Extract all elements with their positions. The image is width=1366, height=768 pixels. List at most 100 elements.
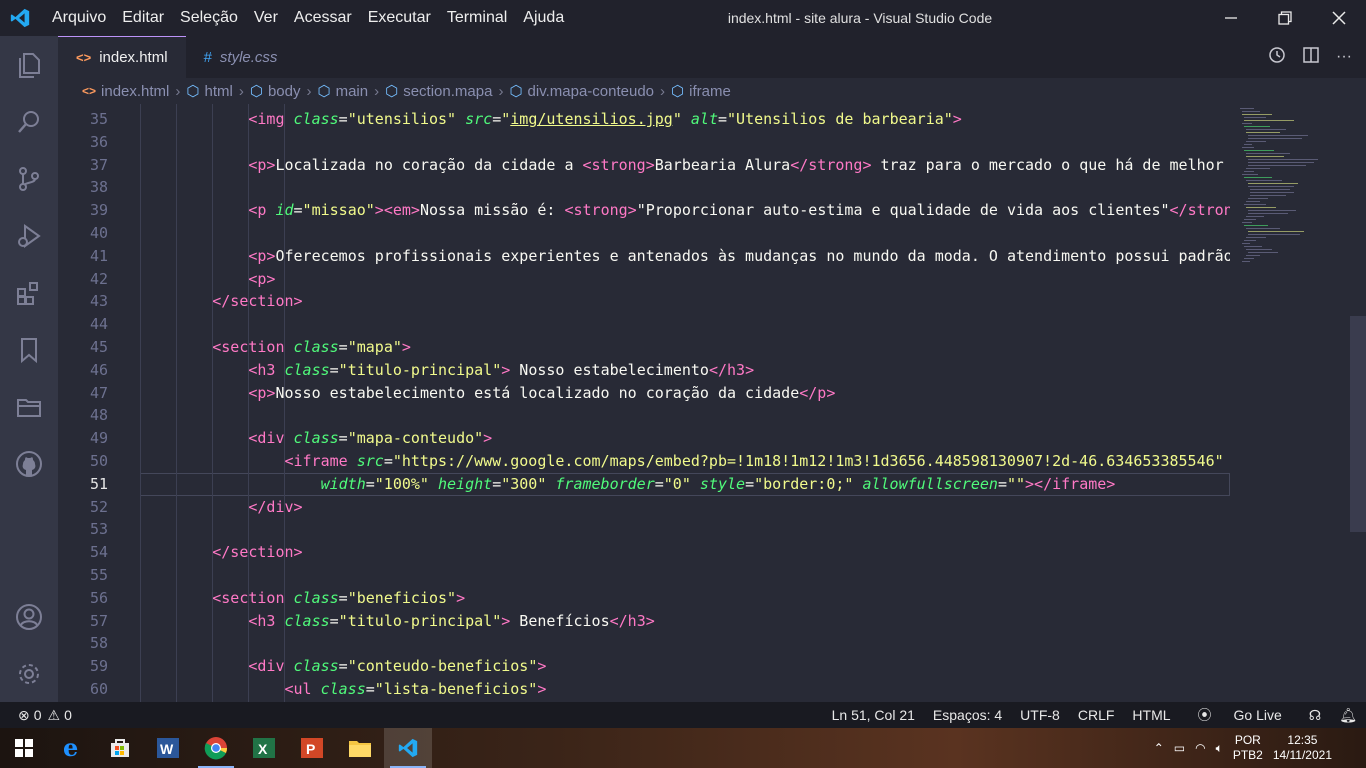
breadcrumb-body[interactable]: ⬡ body [250,82,301,101]
code-line[interactable]: 50 <iframe src="https://www.google.com/ma… [58,450,1230,473]
code-line[interactable]: 57 <h3 class="titulo-principal"> Benefíci… [58,610,1230,633]
code-line[interactable]: 44 [58,313,1230,336]
breadcrumb-main[interactable]: ⬡ main [317,82,368,101]
code-text: <p>Nosso estabelecimento está localizado… [248,383,836,402]
breadcrumb-iframe[interactable]: ⬡ iframe [671,82,731,101]
code-line[interactable]: 59 <div class="conteudo-beneficios"> [58,655,1230,678]
menu-editar[interactable]: Editar [114,9,172,27]
code-editor[interactable]: 35 <img class="utensilios" src="img/utens… [58,104,1230,702]
html-file-icon: <> [82,84,97,98]
chrome-icon[interactable] [192,728,240,768]
code-line[interactable]: 38 [58,176,1230,199]
timeline-icon[interactable] [1268,46,1286,69]
settings-gear-icon[interactable] [0,645,58,702]
breadcrumb-file[interactable]: <> index.html [82,83,169,100]
menu-selecao[interactable]: Seleção [172,9,246,27]
code-line[interactable]: 37 <p>Localizada no coração da cidade a <… [58,154,1230,177]
tab-style-css[interactable]: # style.css [186,36,296,78]
bookmark-icon[interactable] [0,321,58,378]
line-number: 58 [89,634,108,653]
menu-ver[interactable]: Ver [246,9,286,27]
language-indicator[interactable]: POR PTB2 [1233,733,1263,763]
code-line[interactable]: 45 <section class="mapa"> [58,336,1230,359]
menu-ajuda[interactable]: Ajuda [515,9,572,27]
breadcrumb-div-mapa-conteudo[interactable]: ⬡ div.mapa-conteudo [509,82,654,101]
code-line[interactable]: 54 </section> [58,541,1230,564]
wifi-icon[interactable]: ◠ [1195,741,1205,755]
code-line[interactable]: 47 <p>Nosso estabelecimento está localiza… [58,382,1230,405]
menu-executar[interactable]: Executar [360,9,439,27]
code-line[interactable]: 36 [58,131,1230,154]
edge-icon[interactable]: e [48,728,96,768]
chevron-up-icon[interactable]: ⌃ [1154,741,1164,755]
run-debug-icon[interactable] [0,207,58,264]
menu-arquivo[interactable]: Arquivo [44,9,114,27]
menu-acessar[interactable]: Acessar [286,9,360,27]
volume-icon[interactable]: 🔈︎ [1216,741,1223,756]
code-text: <p> [248,269,276,288]
minimap-line [1248,138,1302,139]
feedback-icon[interactable]: ☊ [1300,707,1330,724]
breadcrumb-html[interactable]: ⬡ html [186,82,232,101]
minimize-icon[interactable] [1204,0,1258,36]
vscode-logo-icon[interactable] [0,0,40,36]
indentation[interactable]: Espaços: 4 [924,707,1011,723]
code-line[interactable]: 42 <p> [58,268,1230,291]
encoding[interactable]: UTF-8 [1011,707,1069,723]
indent-guide [176,104,178,702]
explorer-icon[interactable] [0,36,58,93]
breadcrumb-section-mapa[interactable]: ⬡ section.mapa [385,82,492,101]
code-line[interactable]: 53 [58,518,1230,541]
windows-start-icon[interactable] [0,728,48,768]
line-number: 51 [89,474,108,493]
more-actions-icon[interactable]: ··· [1336,48,1352,66]
folder-icon[interactable] [0,378,58,435]
code-line[interactable]: 56 <section class="beneficios"> [58,587,1230,610]
code-line[interactable]: 41 <p>Oferecemos profissionais experiente… [58,245,1230,268]
vscode-icon[interactable] [384,728,432,768]
code-line[interactable]: 52 </div> [58,496,1230,519]
code-line[interactable]: 43 </section> [58,290,1230,313]
language-mode[interactable]: HTML [1123,707,1179,723]
code-line[interactable]: 35 <img class="utensilios" src="img/utens… [58,108,1230,131]
scrollbar-thumb[interactable] [1350,316,1366,532]
minimap-line [1250,189,1290,190]
code-line[interactable]: 58 [58,632,1230,655]
end-of-line[interactable]: CRLF [1069,707,1124,723]
powerpoint-icon[interactable]: P [288,728,336,768]
code-line[interactable]: 55 [58,564,1230,587]
clock[interactable]: 12:35 14/11/2021 [1273,733,1332,763]
github-icon[interactable] [0,435,58,492]
minimap-line [1244,258,1254,259]
code-line[interactable]: 60 <ul class="lista-beneficios"> [58,678,1230,701]
close-icon[interactable] [1312,0,1366,36]
tab-index-html[interactable]: <> index.html [58,36,186,78]
account-icon[interactable] [0,588,58,645]
restore-icon[interactable] [1258,0,1312,36]
code-line[interactable]: 46 <h3 class="titulo-principal"> Nosso es… [58,359,1230,382]
battery-icon[interactable]: ▭ [1174,741,1185,755]
excel-icon[interactable]: X [240,728,288,768]
line-number: 44 [89,315,108,334]
code-line[interactable]: 49 <div class="mapa-conteudo"> [58,427,1230,450]
notifications-bell-icon[interactable]: 🔔︎ [1330,707,1366,724]
extensions-icon[interactable] [0,264,58,321]
code-line[interactable]: 39 <p id="missao"><em>Nossa missão é: <st… [58,199,1230,222]
chevron-right-icon: › [660,82,666,100]
minimap[interactable] [1230,104,1350,702]
file-explorer-icon[interactable] [336,728,384,768]
go-live-button[interactable]: ⦿ Go Live [1180,705,1300,725]
code-line[interactable]: 51 width="100%" height="300" frameborder=… [58,473,1230,496]
code-line[interactable]: 48 [58,404,1230,427]
problems-indicator[interactable]: ⊗ 0 ⚠ 0 [0,707,72,724]
source-control-icon[interactable] [0,150,58,207]
keyboard-layout: PTB2 [1232,748,1263,762]
cursor-position[interactable]: Ln 51, Col 21 [823,707,924,723]
store-icon[interactable] [96,728,144,768]
code-line[interactable]: 40 [58,222,1230,245]
editor-scrollbar[interactable] [1350,104,1366,702]
word-icon[interactable]: W [144,728,192,768]
menu-terminal[interactable]: Terminal [439,9,515,27]
split-editor-icon[interactable] [1302,46,1320,69]
search-icon[interactable] [0,93,58,150]
